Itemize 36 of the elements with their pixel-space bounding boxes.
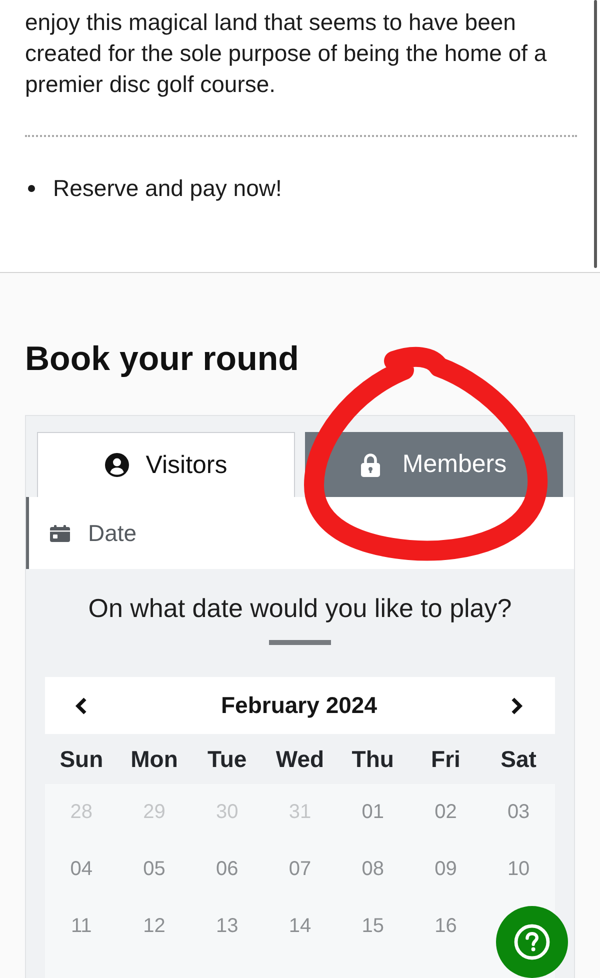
tab[interactable]: Visitors xyxy=(37,432,295,497)
date-cell[interactable]: 04 xyxy=(70,858,93,881)
weekday-label: Sat xyxy=(500,746,536,772)
description-text: enjoy this magical land that seems to have been created for the sole purpose of being the home of a premier disc golf course. xyxy=(25,8,548,99)
weekday-label: Sun xyxy=(60,746,104,772)
question-circle-icon xyxy=(514,924,550,960)
date-cell[interactable]: 03 xyxy=(507,801,530,824)
chevron-right-icon xyxy=(510,696,523,714)
date-cell[interactable]: 02 xyxy=(434,801,457,824)
date-cell[interactable]: 01 xyxy=(362,801,384,824)
step-label: Date xyxy=(88,520,137,546)
bullet-icon xyxy=(28,185,35,192)
question-text: On what date would you like to play? xyxy=(88,592,512,624)
heading-underline xyxy=(269,640,331,645)
calendar-icon xyxy=(50,524,70,542)
date-cell[interactable]: 10 xyxy=(507,858,530,881)
weekday-label: Thu xyxy=(352,746,394,772)
list-item-text: Reserve and pay now! xyxy=(53,174,282,203)
weekday-label: Fri xyxy=(431,746,460,772)
weekday-label: Mon xyxy=(130,746,178,772)
weekday-label: Wed xyxy=(276,746,324,772)
date-cell[interactable]: 12 xyxy=(143,915,166,938)
date-cell[interactable]: 15 xyxy=(362,915,384,938)
date-cell[interactable]: 11 xyxy=(71,915,92,938)
chevron-left-icon xyxy=(75,696,87,714)
date-cell[interactable]: 13 xyxy=(216,915,238,938)
section-heading: Book your round xyxy=(25,339,299,379)
date-cell[interactable]: 05 xyxy=(143,858,166,881)
date-cell[interactable]: 06 xyxy=(216,858,238,881)
date-cell[interactable]: 08 xyxy=(362,858,384,881)
date-cell[interactable]: 14 xyxy=(288,915,312,938)
month-title: February 2024 xyxy=(221,692,377,719)
date-cell[interactable]: 07 xyxy=(288,858,312,881)
date-cell[interactable]: 09 xyxy=(434,858,457,881)
weekday-label: Tue xyxy=(208,746,247,772)
date-cell[interactable]: 16 xyxy=(434,915,457,938)
